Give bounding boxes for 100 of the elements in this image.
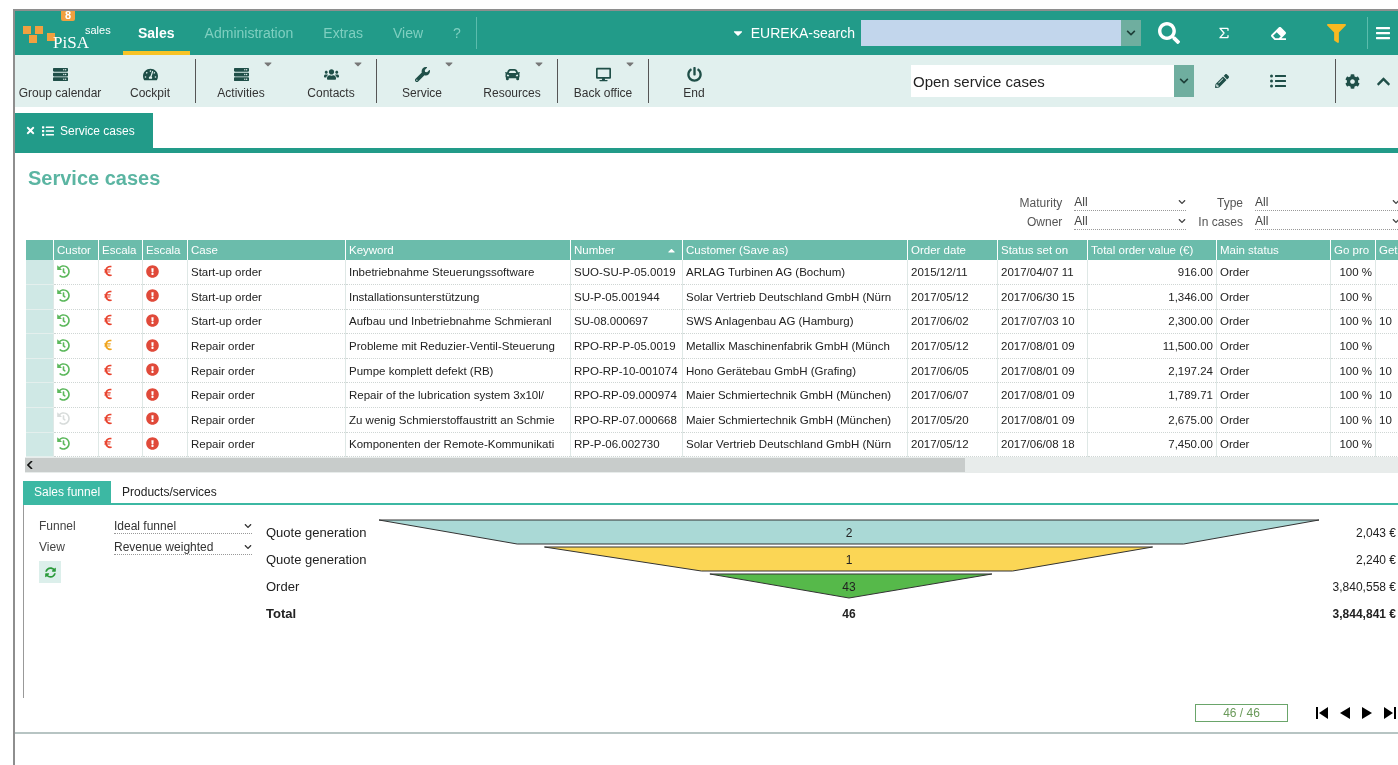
menu-icon[interactable] (1375, 25, 1391, 41)
table-cell: Maier Schmiertechnik GmbH (München) (682, 407, 908, 433)
close-icon[interactable] (25, 125, 36, 136)
sum-icon[interactable] (1216, 25, 1232, 41)
column-header[interactable]: Customer (Save as) (682, 240, 908, 260)
tab[interactable]: Sales funnel (23, 481, 112, 504)
table-cell: ARLAG Turbinen AG (Bochum) (682, 260, 908, 285)
people-icon (323, 66, 339, 82)
column-header[interactable]: Keyword (345, 240, 571, 260)
table-cell: 10 (1375, 382, 1398, 408)
toolbar-button[interactable]: Activities (196, 55, 286, 107)
column-header[interactable]: Case (187, 240, 346, 260)
toolbar-button[interactable]: Resources (467, 55, 557, 107)
tab[interactable]: Service cases (15, 113, 153, 148)
last-page-button[interactable] (1384, 707, 1396, 720)
search-field[interactable] (861, 20, 1141, 46)
chevron-icon (1126, 28, 1136, 38)
stage-count: 1 (845, 552, 853, 567)
table-cell: 1,789.71 (1087, 382, 1217, 408)
alert-icon (146, 314, 159, 327)
column-header[interactable]: Total order value (€) (1087, 240, 1217, 260)
table-cell: Repair order (187, 432, 346, 457)
next-button[interactable] (1362, 707, 1372, 720)
table-cell: RP-P-06.002730 (570, 432, 683, 457)
menu-item[interactable]: Administration (189, 11, 309, 55)
record-position: 46 / 46 (1195, 704, 1288, 723)
table-cell (1375, 432, 1398, 457)
settings-icon[interactable] (1344, 73, 1360, 89)
table-cell (1375, 260, 1398, 285)
table-cell: Installationsunterstützung (345, 284, 571, 310)
column-header[interactable]: Escala (142, 240, 188, 260)
column-header[interactable]: Number (570, 240, 683, 260)
pencil-icon[interactable] (1215, 74, 1229, 88)
table-cell: RPO-RP-P-05.0019 (570, 333, 683, 359)
refresh-button[interactable] (39, 561, 61, 584)
column-header[interactable]: Status set on (997, 240, 1088, 260)
chevron-icon (244, 543, 252, 552)
filter-select[interactable]: All (1074, 194, 1187, 211)
tab[interactable]: Products/services (111, 481, 228, 504)
table-cell: 2,300.00 (1087, 309, 1217, 334)
table-cell: 2017/08/01 09 (997, 333, 1088, 359)
wrench-icon (414, 66, 430, 82)
menu-item[interactable]: View (378, 11, 439, 55)
filter-select[interactable]: All (1255, 213, 1398, 230)
table-cell: 2017/08/01 09 (997, 382, 1088, 408)
alert-icon (146, 436, 159, 450)
setting-select[interactable]: Ideal funnel (114, 519, 252, 535)
toolbar-button[interactable]: Cockpit (105, 55, 195, 107)
toolbar-button[interactable]: End (649, 55, 739, 107)
table-cell: 11,500.00 (1087, 333, 1217, 359)
previous-button[interactable] (1340, 707, 1350, 720)
table-cell: Komponenten der Remote-Kommunikati (345, 432, 571, 457)
table-cell: 100 % (1330, 333, 1376, 359)
table-cell: Order (1216, 382, 1331, 408)
power-icon (686, 66, 702, 82)
filter-label: In cases (1198, 214, 1243, 229)
toolbar-button[interactable]: Group calendar (15, 55, 105, 107)
column-header[interactable]: Escala (98, 240, 143, 260)
table-cell: Repair order (187, 407, 346, 433)
refresh-icon (44, 566, 56, 578)
column-header[interactable]: Go pro (1330, 240, 1376, 260)
table-cell: 1,346.00 (1087, 284, 1217, 310)
list-icon[interactable] (1270, 73, 1286, 89)
table-cell: RPO-RP-10-001074 (570, 358, 683, 383)
first-page-button[interactable] (1316, 707, 1328, 720)
filter-icon[interactable] (1326, 23, 1346, 43)
total-count: 46 (842, 606, 856, 621)
table-cell: SWS Anlagenbau AG (Hamburg) (682, 309, 908, 334)
table-cell: Hono Gerätebau GmbH (Grafing) (682, 358, 908, 383)
table-cell: 10 (1375, 309, 1398, 334)
menu-item[interactable]: ? (438, 11, 476, 55)
logo-brand: PiSA (53, 33, 89, 53)
filter-select[interactable]: All (1074, 213, 1187, 230)
column-header[interactable]: Order date (907, 240, 998, 260)
table-cell: Repair order (187, 382, 346, 408)
view-select[interactable]: Open service cases (911, 65, 1194, 97)
stacked-bars-icon (52, 66, 68, 82)
chevron-icon (1178, 217, 1187, 225)
table-cell: 2,197.24 (1087, 358, 1217, 383)
table-cell: Inbetriebnahme Steuerungssoftware (345, 260, 571, 285)
eraser-icon[interactable] (1270, 25, 1286, 41)
table-cell: 916.00 (1087, 260, 1217, 285)
table-cell: 100 % (1330, 432, 1376, 457)
column-header[interactable]: Custor (53, 240, 99, 260)
filter-select[interactable]: All (1255, 194, 1398, 211)
search-icon[interactable] (1158, 22, 1180, 44)
monitor-icon (595, 66, 611, 82)
setting-select[interactable]: Revenue weighted (114, 540, 252, 556)
toolbar-button[interactable]: Contacts (286, 55, 376, 107)
table-cell: Order (1216, 407, 1331, 433)
toolbar-button[interactable]: Back office (558, 55, 648, 107)
search-scope[interactable]: EUREKA-search (730, 11, 861, 55)
column-header[interactable]: Get (1375, 240, 1398, 260)
stage-count: 43 (842, 579, 856, 594)
horizontal-scrollbar[interactable] (25, 457, 1398, 474)
filter-label: Maturity (1019, 195, 1063, 210)
table-cell: Order (1216, 284, 1331, 310)
menu-item[interactable]: Extras (308, 11, 378, 55)
column-header[interactable]: Main status (1216, 240, 1331, 260)
toolbar-button[interactable]: Service (377, 55, 467, 107)
